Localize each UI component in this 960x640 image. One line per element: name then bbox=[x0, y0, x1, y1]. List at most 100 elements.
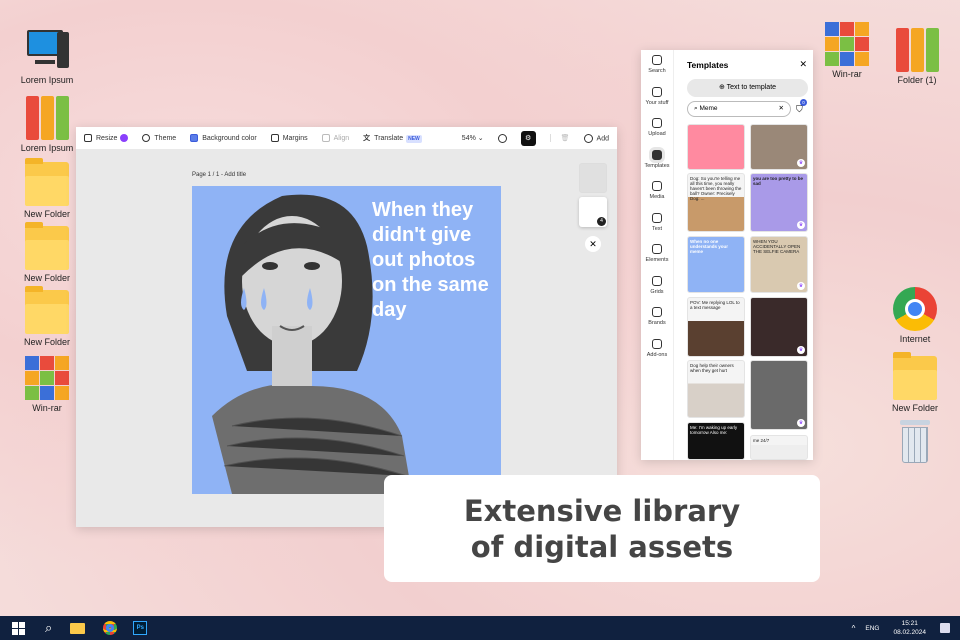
template-card[interactable] bbox=[687, 124, 745, 170]
timer-icon[interactable] bbox=[497, 133, 507, 143]
new-badge: NEW bbox=[406, 135, 422, 143]
template-card[interactable]: POV: Me replying LOL to a text message bbox=[687, 297, 745, 357]
rail-item-elements[interactable]: Elements bbox=[641, 239, 673, 271]
text-to-template-label: Text to template bbox=[726, 84, 777, 91]
notifications-icon[interactable] bbox=[940, 623, 950, 633]
rail-item-label: Templates bbox=[644, 162, 670, 169]
rail-item-upload[interactable]: Upload bbox=[641, 113, 673, 145]
grids-icon bbox=[652, 275, 662, 286]
premium-crown-icon: ♛ bbox=[797, 159, 805, 167]
desktop-icon-internet[interactable]: Internet bbox=[880, 287, 950, 344]
your-stuff-icon bbox=[652, 86, 662, 97]
chrome-icon bbox=[893, 287, 937, 331]
photoshop-icon[interactable]: Ps bbox=[133, 621, 148, 635]
text-to-template-button[interactable]: ⊕ Text to template bbox=[687, 79, 808, 97]
media-icon bbox=[652, 181, 662, 191]
desktop-icon-label: New Folder bbox=[891, 403, 938, 413]
desktop-icon-label: New Folder bbox=[23, 209, 70, 219]
premium-crown-icon: ♛ bbox=[797, 221, 805, 229]
rail-item-templates[interactable]: Templates bbox=[641, 145, 673, 177]
template-card[interactable]: Dog help their owners when they get hurt bbox=[687, 360, 745, 418]
filter-button[interactable]: ⛉ 0 bbox=[796, 99, 807, 115]
caption-line-1: Extensive library bbox=[463, 494, 741, 528]
template-card[interactable]: ♛ bbox=[750, 297, 808, 357]
template-card[interactable]: ♛ bbox=[750, 360, 808, 430]
template-card[interactable]: Me: I'm waking up early tomorrow Also me… bbox=[687, 422, 745, 460]
rail-item-brands[interactable]: Brands bbox=[641, 302, 673, 334]
premium-crown-icon: ♛ bbox=[797, 282, 805, 290]
margins-button[interactable]: Margins bbox=[270, 134, 308, 142]
clear-search-icon[interactable]: ✕ bbox=[779, 102, 784, 116]
windows-start-button[interactable] bbox=[12, 621, 25, 635]
language-indicator[interactable]: ENG bbox=[865, 625, 879, 632]
template-card[interactable]: Dog: So you're telling me all this time,… bbox=[687, 173, 745, 232]
template-card-text: Dog help their owners when they get hurt bbox=[690, 363, 734, 373]
resize-button[interactable]: Resize bbox=[84, 134, 129, 142]
folder-icon bbox=[25, 286, 69, 334]
page-label[interactable]: Page 1 / 1 - Add title bbox=[192, 172, 246, 178]
desktop-icon-label: Win-rar bbox=[32, 403, 62, 413]
rail-item-text[interactable]: Text bbox=[641, 208, 673, 240]
search-input[interactable]: ⌕ Meme ✕ bbox=[687, 101, 791, 117]
template-card-text: WHEN YOU ACCIDENTALLY OPEN THE SELFIE CA… bbox=[753, 239, 801, 254]
page-thumbnail-active[interactable]: 4 bbox=[579, 197, 607, 227]
chrome-icon[interactable] bbox=[103, 621, 118, 635]
rail-item-add-ons[interactable]: Add-ons bbox=[641, 334, 673, 366]
translate-button[interactable]: 文 Translate NEW bbox=[363, 133, 422, 143]
chevron-down-icon: ⌄ bbox=[477, 135, 484, 142]
template-card[interactable]: When no one understands your meme bbox=[687, 236, 745, 293]
template-card-text: you are too pretty to be sad bbox=[753, 176, 804, 186]
folder-icon bbox=[25, 222, 69, 270]
rail-item-label: Elements bbox=[645, 257, 669, 263]
template-card[interactable]: WHEN YOU ACCIDENTALLY OPEN THE SELFIE CA… bbox=[750, 236, 808, 293]
rail-item-grids[interactable]: Grids bbox=[641, 271, 673, 303]
page-thumbnail[interactable] bbox=[579, 163, 607, 193]
background-color-label: Background color bbox=[202, 134, 257, 142]
layers-button[interactable]: ⚙ bbox=[520, 130, 536, 146]
zoom-dropdown[interactable]: 54% ⌄ bbox=[462, 134, 484, 142]
caption-line-2: of digital assets bbox=[470, 530, 734, 564]
template-card[interactable]: ♛ bbox=[750, 124, 808, 170]
close-panel-button[interactable]: ✕ bbox=[799, 59, 807, 70]
desktop-icon-winrar[interactable]: Win-rar bbox=[12, 356, 82, 413]
rail-item-media[interactable]: Media bbox=[641, 176, 673, 208]
computer-icon bbox=[25, 28, 69, 72]
filter-count-badge: 0 bbox=[800, 99, 807, 106]
background-color-button[interactable]: Background color bbox=[190, 134, 257, 142]
file-explorer-icon[interactable] bbox=[70, 622, 86, 634]
rail-item-label: Media bbox=[649, 194, 665, 200]
rail-item-search[interactable]: Search bbox=[641, 50, 673, 82]
margins-label: Margins bbox=[282, 134, 308, 142]
desktop-icon-new-folder[interactable]: New Folder bbox=[880, 352, 950, 413]
page-count-badge: 4 bbox=[597, 217, 606, 226]
desktop-icon-label: Internet bbox=[899, 334, 931, 344]
desktop-icon-recycle-bin[interactable] bbox=[880, 420, 950, 467]
design-canvas[interactable]: When they didn't give out photos on the … bbox=[192, 186, 501, 494]
plus-circle-icon bbox=[583, 133, 593, 143]
folder-icon bbox=[893, 352, 937, 400]
template-card[interactable]: me 24/7 bbox=[750, 435, 808, 460]
desktop-icon-new-folder[interactable]: New Folder bbox=[12, 222, 82, 283]
theme-icon bbox=[142, 134, 151, 142]
add-button[interactable]: Add bbox=[583, 133, 609, 143]
rail-item-your-stuff[interactable]: Your stuff bbox=[641, 82, 673, 114]
theme-button[interactable]: Theme bbox=[142, 134, 176, 142]
search-icon[interactable]: ⌕ bbox=[45, 620, 52, 636]
resize-icon bbox=[84, 134, 92, 142]
desktop-icon-folder-1[interactable]: Folder (1) bbox=[882, 28, 952, 85]
chevron-up-icon[interactable]: ^ bbox=[852, 624, 856, 633]
desktop-icon-computer[interactable]: Lorem Ipsum bbox=[12, 28, 82, 85]
desktop-icon-new-folder[interactable]: New Folder bbox=[12, 286, 82, 347]
desktop-icon-label: Win-rar bbox=[832, 69, 862, 79]
desktop-icon-new-folder[interactable]: New Folder bbox=[12, 158, 82, 219]
desktop-icon-binders[interactable]: Lorem Ipsum bbox=[12, 96, 82, 153]
clock[interactable]: 15:21 08.02.2024 bbox=[893, 619, 926, 637]
meme-caption-text[interactable]: When they didn't give out photos on the … bbox=[372, 198, 492, 323]
desktop-icon-winrar[interactable]: Win-rar bbox=[812, 22, 882, 79]
template-card[interactable]: you are too pretty to be sad ♛ bbox=[750, 173, 808, 232]
close-thumbnails-button[interactable]: ✕ bbox=[585, 236, 601, 252]
theme-label: Theme bbox=[154, 134, 177, 142]
taskbar: ⌕ Ps ^ ENG 15:21 08.02.2024 bbox=[0, 616, 960, 640]
align-button[interactable]: Align bbox=[321, 134, 349, 142]
trash-icon[interactable]: 🗑 bbox=[549, 134, 570, 142]
